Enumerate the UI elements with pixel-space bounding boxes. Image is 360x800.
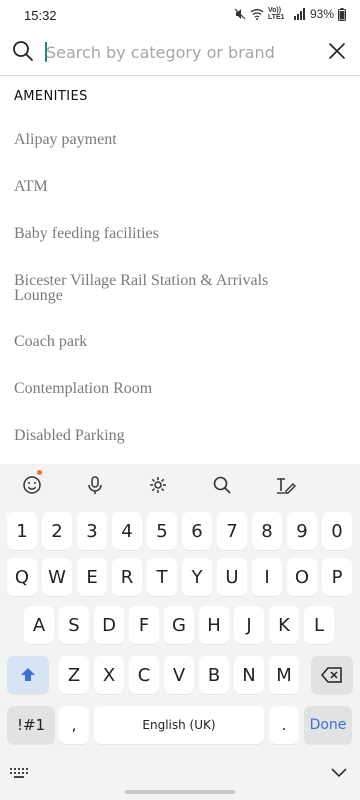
key-w[interactable]: W bbox=[42, 558, 72, 596]
keyboard-bottom-bar bbox=[0, 760, 360, 800]
amenity-item[interactable]: Bicester Village Rail Station & Arrivals… bbox=[14, 273, 314, 304]
shift-icon bbox=[21, 668, 35, 681]
key-f[interactable]: F bbox=[129, 606, 159, 644]
search-icon[interactable] bbox=[210, 473, 234, 497]
key-n[interactable]: N bbox=[234, 656, 264, 694]
key-5[interactable]: 5 bbox=[147, 512, 177, 550]
key-i[interactable]: I bbox=[252, 558, 282, 596]
handwriting-icon[interactable] bbox=[273, 473, 297, 497]
mute-icon bbox=[234, 8, 246, 20]
status-bar: 15:32 Vo)) LTE1 93% bbox=[0, 0, 360, 30]
keyboard-grid-icon[interactable] bbox=[10, 768, 28, 780]
key-r[interactable]: R bbox=[112, 558, 142, 596]
chevron-down-icon[interactable] bbox=[331, 768, 347, 778]
key-3[interactable]: 3 bbox=[77, 512, 107, 550]
search-icon bbox=[13, 41, 33, 61]
key-t[interactable]: T bbox=[147, 558, 177, 596]
search-bar bbox=[0, 30, 360, 76]
network-label: Vo)) LTE1 bbox=[267, 7, 285, 21]
space-key[interactable]: English (UK) bbox=[94, 706, 264, 744]
key-o[interactable]: O bbox=[287, 558, 317, 596]
status-icons: Vo)) LTE1 93% bbox=[234, 7, 346, 21]
amenity-item[interactable]: Contemplation Room bbox=[14, 381, 314, 397]
shift-key[interactable] bbox=[7, 656, 49, 694]
amenities-heading: AMENITIES bbox=[14, 89, 88, 104]
status-time: 15:32 bbox=[24, 8, 57, 23]
microphone-icon[interactable] bbox=[83, 473, 107, 497]
key-2[interactable]: 2 bbox=[42, 512, 72, 550]
home-indicator[interactable] bbox=[125, 790, 235, 794]
close-icon[interactable] bbox=[328, 42, 346, 60]
key-z[interactable]: Z bbox=[59, 656, 89, 694]
amenity-item[interactable]: Disabled Parking bbox=[14, 428, 314, 444]
key-v[interactable]: V bbox=[164, 656, 194, 694]
key-9[interactable]: 9 bbox=[287, 512, 317, 550]
key-q[interactable]: Q bbox=[7, 558, 37, 596]
text-cursor bbox=[45, 42, 47, 62]
amenity-item[interactable]: Alipay payment bbox=[14, 132, 314, 148]
key-p[interactable]: P bbox=[322, 558, 352, 596]
key-b[interactable]: B bbox=[199, 656, 229, 694]
key-0[interactable]: 0 bbox=[322, 512, 352, 550]
key-d[interactable]: D bbox=[94, 606, 124, 644]
key-s[interactable]: S bbox=[59, 606, 89, 644]
wifi-icon bbox=[250, 9, 264, 20]
key-h[interactable]: H bbox=[199, 606, 229, 644]
key-l[interactable]: L bbox=[304, 606, 334, 644]
key-e[interactable]: E bbox=[77, 558, 107, 596]
key-c[interactable]: C bbox=[129, 656, 159, 694]
key-7[interactable]: 7 bbox=[217, 512, 247, 550]
battery-icon bbox=[338, 7, 346, 21]
comma-key[interactable]: , bbox=[59, 706, 89, 744]
amenity-item[interactable]: ATM bbox=[14, 179, 314, 195]
amenity-item[interactable]: Coach park bbox=[14, 334, 314, 350]
key-x[interactable]: X bbox=[94, 656, 124, 694]
done-key[interactable]: Done bbox=[304, 706, 352, 744]
notification-dot bbox=[37, 470, 42, 475]
battery-percent: 93% bbox=[309, 7, 334, 21]
keyboard-toolbar bbox=[0, 464, 360, 504]
key-a[interactable]: A bbox=[24, 606, 54, 644]
signal-icon bbox=[293, 8, 305, 20]
symbols-key[interactable]: !#1 bbox=[7, 706, 55, 744]
amenity-item[interactable]: Baby feeding facilities bbox=[14, 226, 314, 242]
key-k[interactable]: K bbox=[269, 606, 299, 644]
backspace-key[interactable] bbox=[311, 656, 353, 694]
key-4[interactable]: 4 bbox=[112, 512, 142, 550]
backspace-icon bbox=[321, 667, 342, 683]
keyboard: 1 2 3 4 5 6 7 8 9 0 Q W E R T Y U I O P … bbox=[0, 464, 360, 800]
key-8[interactable]: 8 bbox=[252, 512, 282, 550]
key-1[interactable]: 1 bbox=[7, 512, 37, 550]
key-u[interactable]: U bbox=[217, 558, 247, 596]
search-input[interactable] bbox=[46, 38, 316, 66]
key-g[interactable]: G bbox=[164, 606, 194, 644]
key-m[interactable]: M bbox=[269, 656, 299, 694]
key-6[interactable]: 6 bbox=[182, 512, 212, 550]
key-j[interactable]: J bbox=[234, 606, 264, 644]
settings-icon[interactable] bbox=[146, 473, 170, 497]
period-key[interactable]: . bbox=[269, 706, 299, 744]
emoji-icon[interactable] bbox=[20, 470, 44, 497]
key-y[interactable]: Y bbox=[182, 558, 212, 596]
